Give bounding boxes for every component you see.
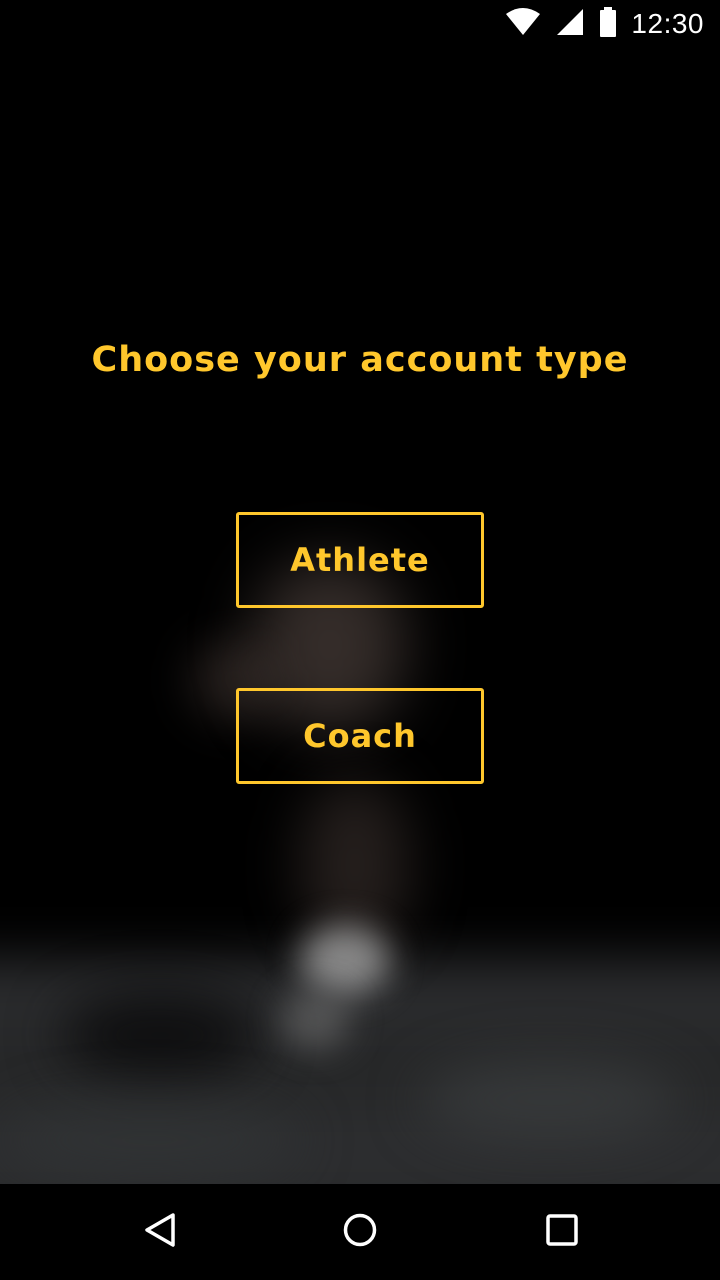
status-time: 12:30 — [631, 8, 704, 39]
recents-button[interactable] — [502, 1184, 622, 1280]
back-icon — [143, 1212, 177, 1252]
coach-button-label: Coach — [303, 717, 417, 755]
account-type-screen: 12:30 Choose your account type Athlete C… — [0, 0, 720, 1280]
page-title: Choose your account type — [91, 340, 629, 380]
recents-icon — [545, 1213, 579, 1251]
status-bar: 12:30 — [0, 0, 720, 48]
athlete-button-label: Athlete — [290, 541, 430, 579]
back-button[interactable] — [100, 1184, 220, 1280]
home-icon — [342, 1212, 378, 1252]
home-button[interactable] — [300, 1184, 420, 1280]
cellular-signal-icon — [555, 7, 585, 41]
athlete-button[interactable]: Athlete — [236, 512, 484, 608]
coach-button[interactable]: Coach — [236, 688, 484, 784]
navigation-bar — [0, 1184, 720, 1280]
battery-icon — [599, 7, 617, 41]
wifi-icon — [505, 8, 541, 40]
